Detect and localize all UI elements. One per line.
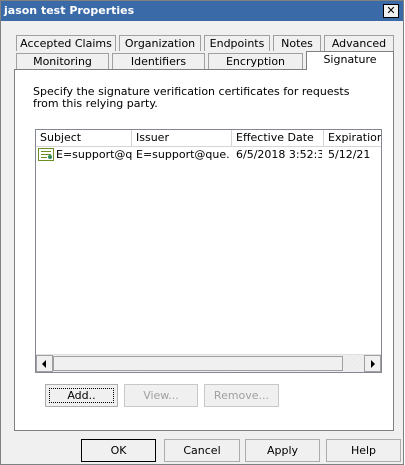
view-button[interactable]: View... — [124, 384, 198, 407]
certificate-list[interactable]: Subject Issuer Effective Date Expiration… — [35, 129, 382, 373]
tab-encryption[interactable]: Encryption — [208, 53, 303, 69]
table-row[interactable]: E=support@q... E=support@que... 6/5/2018… — [36, 147, 381, 163]
tab-identifiers[interactable]: Identifiers — [112, 53, 205, 69]
ok-button[interactable]: OK — [81, 439, 156, 462]
scroll-left-button[interactable] — [36, 355, 53, 372]
close-icon: ✕ — [386, 4, 396, 17]
cell-effective-date: 6/5/2018 3:52:3... — [236, 148, 322, 161]
horizontal-scrollbar[interactable] — [36, 354, 381, 372]
apply-button[interactable]: Apply — [245, 439, 320, 462]
help-button[interactable]: Help — [326, 439, 401, 462]
cancel-button[interactable]: Cancel — [164, 439, 240, 462]
properties-dialog: jason test Properties ✕ Accepted Claims … — [0, 0, 404, 465]
column-expiration[interactable]: Expiration — [324, 130, 381, 146]
tab-accepted-claims[interactable]: Accepted Claims — [16, 35, 116, 51]
tab-advanced[interactable]: Advanced — [324, 35, 394, 51]
list-header: Subject Issuer Effective Date Expiration — [36, 130, 381, 147]
tab-monitoring[interactable]: Monitoring — [16, 53, 109, 69]
tab-endpoints[interactable]: Endpoints — [204, 35, 270, 51]
tab-signature[interactable]: Signature — [306, 51, 394, 70]
signature-tab-panel: Specify the signature verification certi… — [14, 69, 394, 431]
cell-subject: E=support@q... — [56, 148, 132, 161]
chevron-left-icon — [42, 360, 46, 368]
remove-button[interactable]: Remove... — [204, 384, 279, 407]
cell-issuer: E=support@que... — [136, 148, 230, 161]
window-title: jason test Properties — [4, 4, 135, 17]
tab-organization[interactable]: Organization — [119, 35, 201, 51]
tab-notes[interactable]: Notes — [273, 35, 321, 51]
column-issuer[interactable]: Issuer — [132, 130, 232, 146]
cell-expiration: 5/12/21 — [328, 148, 371, 161]
certificate-icon — [38, 148, 54, 161]
close-button[interactable]: ✕ — [383, 4, 399, 18]
column-effective-date[interactable]: Effective Date — [232, 130, 324, 146]
scroll-right-button[interactable] — [364, 355, 381, 372]
add-button[interactable]: Add.. — [45, 384, 118, 407]
scroll-thumb[interactable] — [53, 356, 343, 371]
add-button-label: Add.. — [67, 389, 96, 402]
signature-description: Specify the signature verification certi… — [33, 85, 350, 110]
column-subject[interactable]: Subject — [36, 130, 132, 146]
chevron-right-icon — [371, 360, 375, 368]
title-bar[interactable]: jason test Properties ✕ — [1, 1, 403, 21]
